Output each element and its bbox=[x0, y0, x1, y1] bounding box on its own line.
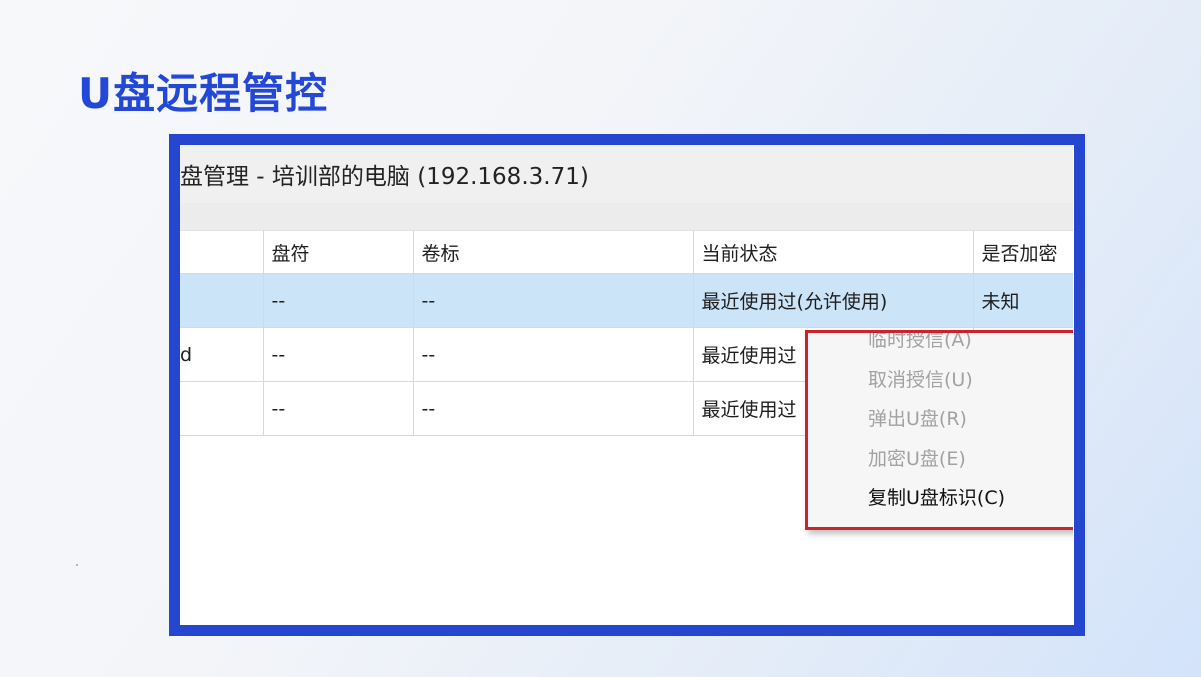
menu-item-eject-usb[interactable]: 弹出U盘(R) bbox=[808, 400, 1074, 440]
cell-name bbox=[180, 381, 264, 436]
window-title: 盘管理 - 培训部的电脑 (192.168.3.71) bbox=[180, 164, 589, 190]
menu-item-cancel-trust[interactable]: 取消授信(U) bbox=[808, 361, 1074, 401]
toolbar-strip bbox=[180, 203, 1073, 230]
cell-status: 最近使用过(允许使用) bbox=[693, 273, 974, 328]
column-header-current-status[interactable]: 当前状态 bbox=[693, 230, 974, 274]
screenshot-frame: 盘管理 - 培训部的电脑 (192.168.3.71) 盘符 卷标 当前状态 是… bbox=[169, 134, 1085, 636]
context-menu: 临时授信(A) 取消授信(U) 弹出U盘(R) 加密U盘(E) 复制U盘标识(C… bbox=[805, 330, 1074, 530]
cell-volume-label: -- bbox=[413, 327, 694, 382]
column-header-name[interactable] bbox=[180, 230, 264, 274]
slide-title: U盘远程管控 bbox=[78, 69, 329, 118]
cell-name: d bbox=[180, 327, 264, 382]
table-header-row: 盘符 卷标 当前状态 是否加密 bbox=[180, 230, 1074, 274]
table-row[interactable]: -- -- 最近使用过(允许使用) 未知 bbox=[180, 273, 1074, 328]
column-header-drive-letter[interactable]: 盘符 bbox=[263, 230, 414, 274]
menu-item-copy-usb-id[interactable]: 复制U盘标识(C) bbox=[808, 479, 1074, 519]
cell-name bbox=[180, 273, 264, 328]
window-titlebar: 盘管理 - 培训部的电脑 (192.168.3.71) bbox=[180, 145, 1073, 204]
column-header-volume-label[interactable]: 卷标 bbox=[413, 230, 694, 274]
cropped-edge bbox=[1073, 145, 1074, 625]
cell-drive-letter: -- bbox=[263, 327, 414, 382]
cell-volume-label: -- bbox=[413, 381, 694, 436]
cell-drive-letter: -- bbox=[263, 381, 414, 436]
cell-volume-label: -- bbox=[413, 273, 694, 328]
menu-item-encrypt-usb[interactable]: 加密U盘(E) bbox=[808, 440, 1074, 480]
menu-item-temporary-trust[interactable]: 临时授信(A) bbox=[808, 333, 1074, 361]
column-header-encrypted[interactable]: 是否加密 bbox=[973, 230, 1074, 274]
cell-encrypted: 未知 bbox=[973, 273, 1074, 328]
cell-drive-letter: -- bbox=[263, 273, 414, 328]
decorative-dot bbox=[76, 564, 78, 566]
